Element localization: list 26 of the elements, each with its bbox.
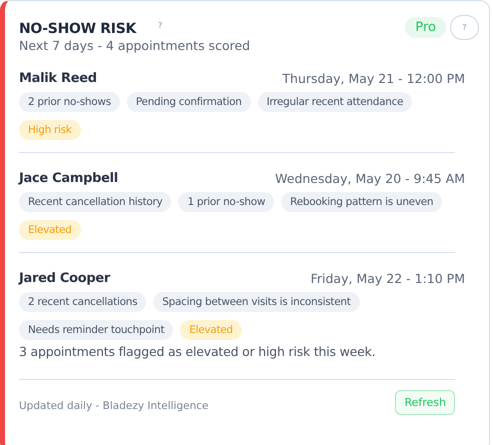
summary-text: 3 appointments flagged as elevated or high risk this week. — [19, 344, 376, 361]
appointment-time: Thursday, May 21 - 12:00 PM — [282, 71, 465, 86]
appointment-time: Wednesday, May 20 - 9:45 AM — [275, 171, 465, 186]
factor-tag: Spacing between visits is inconsistent — [153, 292, 360, 312]
appointment-time: Friday, May 22 - 1:10 PM — [310, 271, 465, 286]
risk-badge: Elevated — [180, 320, 242, 340]
card-title: NO-SHOW RISK — [19, 21, 136, 37]
factor-tag: 2 recent cancellations — [19, 292, 146, 312]
subtitle: Next 7 days - 4 appointments scored — [19, 38, 252, 53]
factor-tag: Recent cancellation history — [19, 192, 172, 212]
factor-tag: Irregular recent attendance — [258, 92, 412, 112]
plan-badge: Pro — [405, 17, 446, 38]
factor-tag: 2 prior no-shows — [19, 92, 120, 112]
patient-name: Jace Campbell — [19, 171, 118, 186]
patient-name: Jared Cooper — [19, 271, 110, 286]
footer-note: Updated daily - Bladezy Intelligence — [19, 400, 208, 414]
factor-tag: Needs reminder touchpoint — [19, 320, 174, 340]
help-mark: ? — [158, 21, 162, 30]
help-button[interactable]: ? — [450, 15, 479, 40]
factor-tag: 1 prior no-show — [178, 192, 274, 212]
risk-badge: Elevated — [19, 220, 81, 240]
refresh-button[interactable]: Refresh — [395, 390, 455, 415]
factor-tag: Pending confirmation — [126, 92, 251, 112]
patient-name: Malik Reed — [19, 71, 97, 86]
factor-tag: Rebooking pattern is uneven — [281, 192, 442, 212]
risk-badge: High risk — [19, 120, 81, 140]
